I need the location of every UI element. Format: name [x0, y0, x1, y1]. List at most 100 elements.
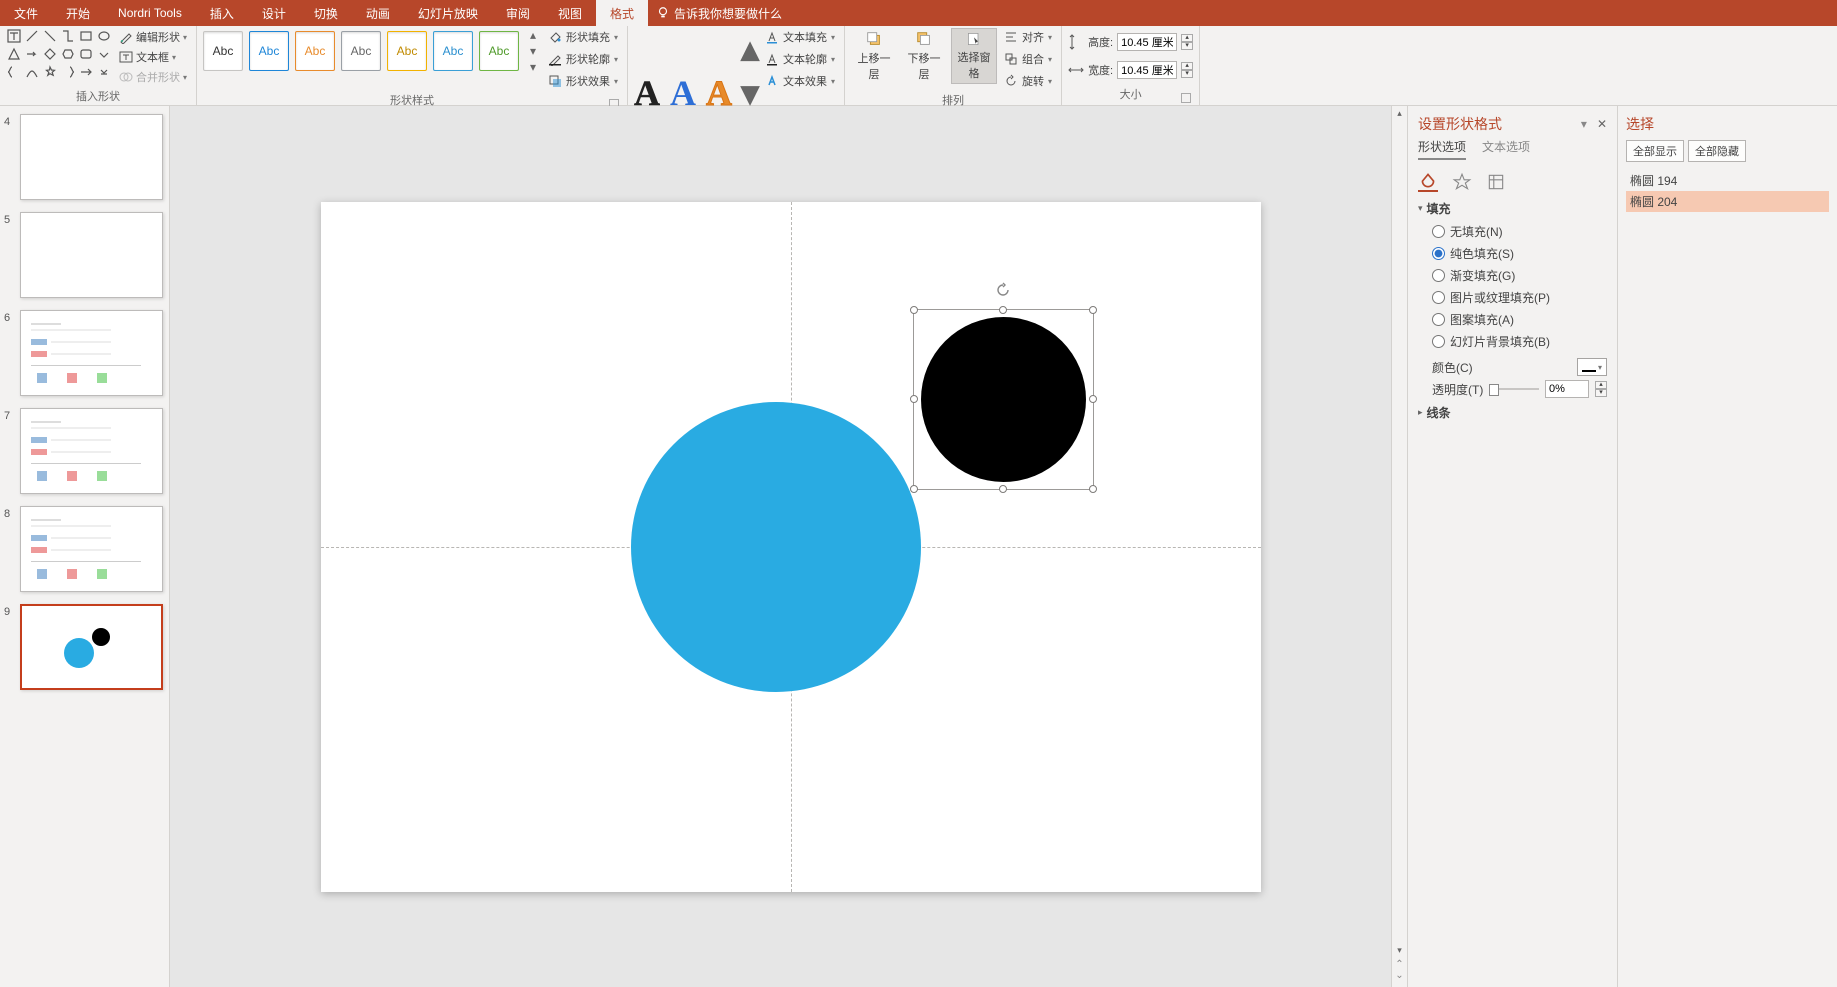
- width-down[interactable]: ▾: [1181, 70, 1193, 78]
- height-down[interactable]: ▾: [1181, 42, 1193, 50]
- fill-line-tab-icon[interactable]: [1418, 172, 1438, 192]
- height-up[interactable]: ▴: [1181, 34, 1193, 42]
- shape-line-icon[interactable]: [24, 28, 40, 44]
- shape-hex-icon[interactable]: [60, 46, 76, 62]
- style-preset-6[interactable]: Abc: [433, 31, 473, 71]
- thumb-slide-4[interactable]: [20, 114, 163, 200]
- fill-section-header[interactable]: ▾填充: [1418, 200, 1607, 217]
- shape-line2-icon[interactable]: [42, 28, 58, 44]
- handle-se[interactable]: [1089, 485, 1097, 493]
- thumb-slide-7[interactable]: [20, 408, 163, 494]
- thumb-slide-6[interactable]: [20, 310, 163, 396]
- fill-gradient-radio[interactable]: 渐变填充(G): [1432, 267, 1607, 284]
- next-slide-icon[interactable]: ⌄: [1395, 970, 1403, 981]
- shape-oval-blue[interactable]: [631, 402, 921, 692]
- tab-format[interactable]: 格式: [596, 0, 648, 26]
- handle-w[interactable]: [910, 395, 918, 403]
- shape-brace-icon[interactable]: [6, 64, 22, 80]
- tell-me-search[interactable]: 告诉我你想要做什么: [656, 5, 782, 22]
- trans-up[interactable]: ▴: [1595, 381, 1607, 389]
- panel-close-icon[interactable]: ✕: [1597, 117, 1607, 131]
- rotate-handle[interactable]: [995, 282, 1011, 298]
- rotate-button[interactable]: 旋转▾: [1001, 72, 1055, 90]
- text-effects-button[interactable]: 文本效果▾: [762, 72, 838, 90]
- fill-slidebg-radio[interactable]: 幻灯片背景填充(B): [1432, 333, 1607, 350]
- handle-s[interactable]: [999, 485, 1007, 493]
- shape-star-icon[interactable]: [42, 64, 58, 80]
- tab-transitions[interactable]: 切换: [300, 0, 352, 26]
- height-input[interactable]: [1117, 33, 1177, 51]
- tab-insert[interactable]: 插入: [196, 0, 248, 26]
- fill-picture-radio[interactable]: 图片或纹理填充(P): [1432, 289, 1607, 306]
- style-preset-3[interactable]: Abc: [295, 31, 335, 71]
- subtab-text-options[interactable]: 文本选项: [1482, 138, 1530, 160]
- shape-rect-icon[interactable]: [78, 28, 94, 44]
- selection-item-1[interactable]: 椭圆 204: [1626, 191, 1829, 212]
- handle-e[interactable]: [1089, 395, 1097, 403]
- shape-triangle-icon[interactable]: [6, 46, 22, 62]
- tab-slideshow[interactable]: 幻灯片放映: [404, 0, 492, 26]
- shape-expand-icon[interactable]: [96, 64, 112, 80]
- subtab-shape-options[interactable]: 形状选项: [1418, 138, 1466, 160]
- slide[interactable]: [321, 202, 1261, 892]
- handle-nw[interactable]: [910, 306, 918, 314]
- scroll-up-icon[interactable]: ▴: [1397, 108, 1402, 122]
- shape-arrow-icon[interactable]: [24, 46, 40, 62]
- shape-oval-icon[interactable]: [96, 28, 112, 44]
- thumb-slide-9[interactable]: [20, 604, 163, 690]
- transparency-slider[interactable]: [1489, 388, 1539, 390]
- tab-home[interactable]: 开始: [52, 0, 104, 26]
- edit-shape-button[interactable]: 编辑形状▾: [116, 28, 190, 46]
- send-backward-button[interactable]: 下移一层: [901, 28, 947, 84]
- shape-diamond-icon[interactable]: [42, 46, 58, 62]
- style-preset-5[interactable]: Abc: [387, 31, 427, 71]
- line-section-header[interactable]: ▸线条: [1418, 404, 1607, 421]
- tab-animations[interactable]: 动画: [352, 0, 404, 26]
- shape-more-icon[interactable]: [96, 46, 112, 62]
- shape-gallery[interactable]: [6, 28, 112, 80]
- tab-review[interactable]: 审阅: [492, 0, 544, 26]
- text-box-button[interactable]: 文本框▾: [116, 48, 190, 66]
- fill-none-radio[interactable]: 无填充(N): [1432, 223, 1607, 240]
- group-button[interactable]: 组合▾: [1001, 50, 1055, 68]
- tab-view[interactable]: 视图: [544, 0, 596, 26]
- handle-sw[interactable]: [910, 485, 918, 493]
- style-preset-4[interactable]: Abc: [341, 31, 381, 71]
- hide-all-button[interactable]: 全部隐藏: [1688, 140, 1746, 162]
- shape-arrow2-icon[interactable]: [78, 64, 94, 80]
- handle-ne[interactable]: [1089, 306, 1097, 314]
- shape-outline-button[interactable]: 形状轮廓▾: [545, 50, 621, 68]
- shape-effects-button[interactable]: 形状效果▾: [545, 72, 621, 90]
- panel-menu-icon[interactable]: ▾: [1581, 117, 1587, 131]
- width-up[interactable]: ▴: [1181, 62, 1193, 70]
- transparency-input[interactable]: [1545, 380, 1589, 398]
- trans-down[interactable]: ▾: [1595, 389, 1607, 397]
- shape-fill-button[interactable]: 形状填充▾: [545, 28, 621, 46]
- show-all-button[interactable]: 全部显示: [1626, 140, 1684, 162]
- scroll-down-icon[interactable]: ▾: [1397, 945, 1402, 959]
- width-input[interactable]: [1117, 61, 1177, 79]
- shape-roundrect-icon[interactable]: [78, 46, 94, 62]
- thumb-slide-5[interactable]: [20, 212, 163, 298]
- style-preset-2[interactable]: Abc: [249, 31, 289, 71]
- shape-curve-icon[interactable]: [24, 64, 40, 80]
- handle-n[interactable]: [999, 306, 1007, 314]
- prev-slide-icon[interactable]: ⌃: [1395, 959, 1403, 970]
- thumb-slide-8[interactable]: [20, 506, 163, 592]
- fill-pattern-radio[interactable]: 图案填充(A): [1432, 311, 1607, 328]
- text-fill-button[interactable]: 文本填充▾: [762, 28, 838, 46]
- tab-design[interactable]: 设计: [248, 0, 300, 26]
- text-outline-button[interactable]: 文本轮廓▾: [762, 50, 838, 68]
- style-preset-7[interactable]: Abc: [479, 31, 519, 71]
- size-tab-icon[interactable]: [1486, 172, 1506, 192]
- effects-tab-icon[interactable]: [1452, 172, 1472, 192]
- tab-nordri-tools[interactable]: Nordri Tools: [104, 0, 196, 26]
- selection-pane-button[interactable]: 选择窗格: [951, 28, 997, 84]
- style-preset-1[interactable]: Abc: [203, 31, 243, 71]
- size-launcher[interactable]: [1181, 93, 1191, 103]
- shape-textbox-icon[interactable]: [6, 28, 22, 44]
- bring-forward-button[interactable]: 上移一层: [851, 28, 897, 84]
- tab-file[interactable]: 文件: [0, 0, 52, 26]
- shape-connector-icon[interactable]: [60, 28, 76, 44]
- style-gallery-more[interactable]: ▴▾▾: [525, 28, 541, 74]
